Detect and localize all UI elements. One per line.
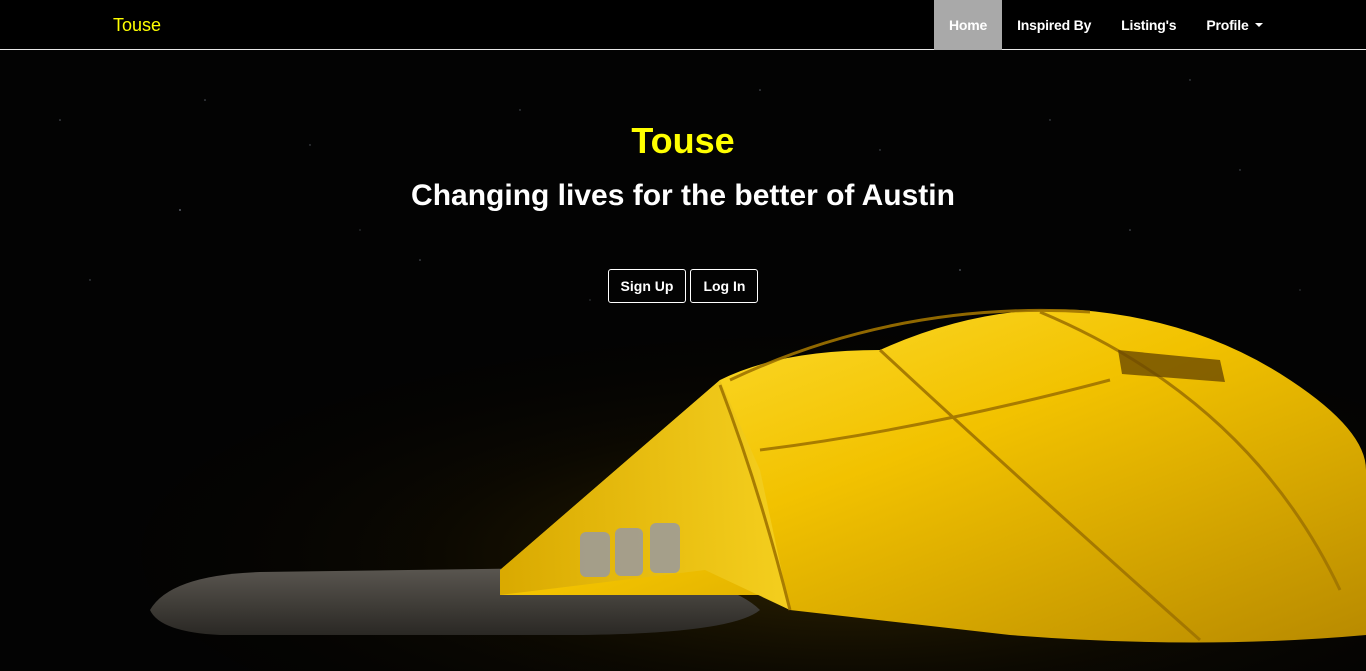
nav-item-inspired-by[interactable]: Inspired By xyxy=(1002,0,1106,50)
hero-button-group: Sign Up Log In xyxy=(0,269,1366,303)
caret-down-icon xyxy=(1254,23,1263,27)
brand-link[interactable]: Touse xyxy=(113,14,161,36)
nav-item-profile-label: Profile xyxy=(1206,17,1249,33)
nav-item-listings-label: Listing's xyxy=(1121,17,1177,33)
navbar: Touse Home Inspired By Listing's Profile xyxy=(0,0,1366,50)
nav-item-home-label: Home xyxy=(949,17,988,33)
nav-item-home[interactable]: Home xyxy=(934,0,1003,50)
hero-title: Touse xyxy=(631,120,735,161)
nav-item-listings[interactable]: Listing's xyxy=(1106,0,1191,50)
hero-section: Touse Changing lives for the better of A… xyxy=(0,50,1366,671)
log-in-button[interactable]: Log In xyxy=(690,269,759,303)
nav-item-inspired-by-label: Inspired By xyxy=(1017,17,1092,33)
nav-menu: Home Inspired By Listing's Profile xyxy=(934,0,1278,50)
hero-subtitle: Changing lives for the better of Austin xyxy=(411,179,955,212)
nav-item-profile[interactable]: Profile xyxy=(1191,0,1277,50)
sign-up-button[interactable]: Sign Up xyxy=(607,269,687,303)
